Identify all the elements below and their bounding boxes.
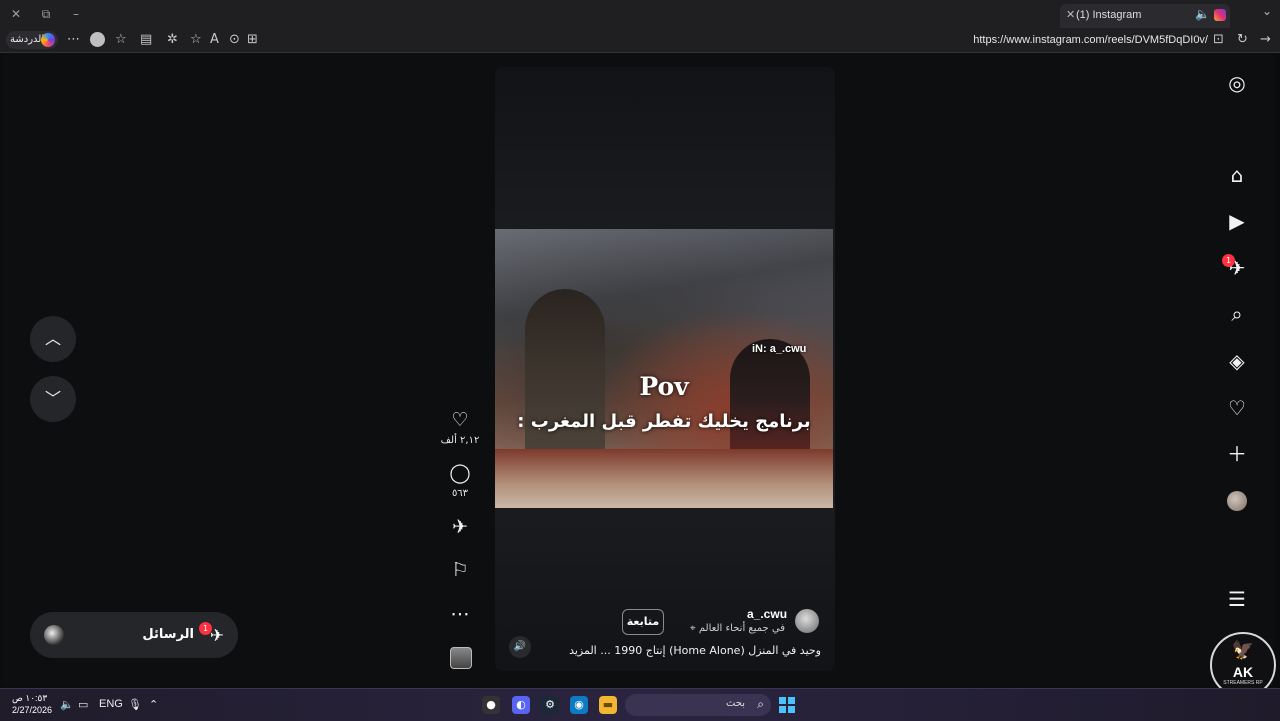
split-screen-icon[interactable]: ⊞	[247, 32, 258, 48]
message-contact-avatar	[44, 625, 64, 645]
taskbar-search[interactable]: بحث ⌕	[625, 694, 771, 716]
follow-button[interactable]: متابعة	[622, 609, 664, 635]
chevron-down-icon[interactable]: ⌄	[1262, 4, 1272, 18]
video-caption-text: برنامج يخليك تفطر قبل المغرب :	[517, 411, 811, 432]
edge-icon[interactable]: ◉	[570, 696, 588, 714]
restore-window-icon[interactable]: ⧉	[38, 6, 54, 22]
tab-title: (1) Instagram	[1076, 9, 1142, 21]
share-icon[interactable]: ✈	[449, 516, 471, 538]
clock-date: 2/27/2026	[12, 705, 53, 715]
tray-chevron-icon[interactable]: ⌃	[149, 698, 158, 711]
menu-icon[interactable]: ☰	[1226, 588, 1248, 610]
collections-icon[interactable]: ▤	[140, 32, 152, 48]
messages-nav-badge: 1	[1222, 254, 1235, 267]
video-rug	[495, 449, 833, 508]
logo-main-text: AK	[1232, 664, 1254, 680]
file-explorer-icon[interactable]: ▬	[599, 696, 617, 714]
volume-icon[interactable]: 🔊	[509, 636, 531, 658]
location-text: في جميع أنحاء العالم	[698, 623, 785, 634]
browser-tab[interactable]: ✕ (1) Instagram 🔈	[1060, 4, 1230, 28]
next-reel-button[interactable]: ﹀	[30, 376, 76, 422]
app-icon-1[interactable]: ●	[482, 696, 500, 714]
lock-icon[interactable]: ⊡	[1213, 32, 1224, 48]
search-icon[interactable]: ⌕	[1226, 303, 1248, 325]
favorites-icon[interactable]: ☆	[115, 32, 127, 48]
chat-label: الدردشة	[10, 34, 45, 45]
video-watermark: iN: a_.cwu	[752, 343, 807, 355]
bookmark-icon[interactable]: ⚐	[449, 559, 471, 581]
profile-avatar[interactable]	[90, 32, 105, 47]
browser-title-bar: ✕ ⧉ – + ✕ (1) Instagram 🔈 ⌄	[0, 0, 1280, 28]
instagram-logo-icon[interactable]: ◎	[1226, 72, 1248, 94]
location-pin-icon: ⌖	[690, 623, 696, 634]
read-aloud-icon[interactable]: A	[210, 32, 219, 48]
windows-start-icon[interactable]	[779, 697, 795, 713]
previous-reel-button[interactable]: ︿	[30, 316, 76, 362]
comment-icon[interactable]: ◯	[449, 462, 471, 484]
explore-icon[interactable]: ◈	[1226, 350, 1248, 372]
create-icon[interactable]: ＋	[1226, 443, 1248, 465]
copilot-icon	[41, 33, 55, 47]
audio-thumbnail[interactable]	[450, 647, 472, 669]
more-icon[interactable]: ⋯	[449, 603, 471, 625]
author-avatar[interactable]	[795, 609, 819, 633]
steam-icon[interactable]: ⚙	[541, 696, 559, 714]
volume-tray-icon[interactable]: 🔈	[60, 698, 74, 711]
profile-avatar-nav[interactable]	[1227, 491, 1247, 511]
author-name[interactable]: a_.cwu	[747, 607, 787, 621]
address-bar: الدردشة ⋯ ☆ ▤ ✲ ☆ A ⊙ ⊞ https://www.inst…	[0, 28, 1280, 53]
reel-description[interactable]: وحيد في المنزل (Home Alone) إنتاج 1990 .…	[569, 644, 821, 657]
taskbar-clock[interactable]: ١٠:٥٣ ص 2/27/2026	[12, 692, 52, 716]
comments-count[interactable]: ٥٦٣	[430, 488, 490, 499]
discord-icon[interactable]: ◐	[512, 696, 530, 714]
location-label[interactable]: في جميع أنحاء العالم ⌖	[690, 623, 785, 634]
eagle-icon: 🦅	[1231, 640, 1255, 660]
reel-video[interactable]: iN: a_.cwu Pov برنامج يخليك تفطر قبل الم…	[495, 229, 833, 508]
clock-time: ١٠:٥٣ ص	[12, 693, 48, 703]
minimize-window-icon[interactable]: –	[68, 6, 84, 22]
extensions-icon[interactable]: ✲	[167, 32, 178, 48]
speaker-icon[interactable]: 🔈	[1195, 7, 1210, 21]
heart-icon[interactable]: ♡	[1226, 397, 1248, 419]
messages-badge: 1	[199, 622, 212, 635]
reel-card[interactable]: iN: a_.cwu Pov برنامج يخليك تفطر قبل الم…	[495, 67, 835, 671]
likes-count[interactable]: ٢,١٢ ألف	[430, 435, 490, 446]
video-caption-title: Pov	[639, 372, 689, 401]
messages-label: الرسائل	[142, 627, 194, 642]
windows-taskbar: ١٠:٥٣ ص 2/27/2026 🔈 ▭ ENG 🎙 ⌃ ● ◐ ⚙ ◉ ▬ …	[0, 688, 1280, 721]
network-tray-icon[interactable]: ▭	[78, 698, 88, 711]
instagram-favicon-icon	[1214, 9, 1226, 21]
copilot-chat-button[interactable]: الدردشة	[6, 31, 58, 49]
reels-icon[interactable]: ▶	[1226, 210, 1248, 232]
search-placeholder: بحث	[725, 698, 745, 709]
close-window-icon[interactable]: ✕	[8, 6, 24, 22]
search-taskbar-icon: ⌕	[757, 697, 764, 711]
home-icon[interactable]: ⌂	[1226, 164, 1248, 186]
refresh-icon[interactable]: ↻	[1237, 32, 1248, 48]
language-indicator[interactable]: ENG	[99, 698, 123, 710]
messages-button[interactable]: الرسائل ✈ 1	[30, 612, 238, 658]
more-options-icon[interactable]: ⋯	[67, 32, 80, 48]
like-icon[interactable]: ♡	[449, 409, 471, 431]
zoom-icon[interactable]: ⊙	[229, 32, 240, 48]
logo-sub-text: STREAMERS RP	[1223, 680, 1263, 686]
star-icon[interactable]: ☆	[190, 32, 202, 48]
tab-close-icon[interactable]: ✕	[1066, 8, 1075, 21]
url-field[interactable]: https://www.instagram.com/reels/DVM5fDqD…	[973, 34, 1208, 46]
microphone-tray-icon[interactable]: 🎙	[128, 698, 142, 711]
forward-icon[interactable]: →	[1260, 32, 1271, 48]
